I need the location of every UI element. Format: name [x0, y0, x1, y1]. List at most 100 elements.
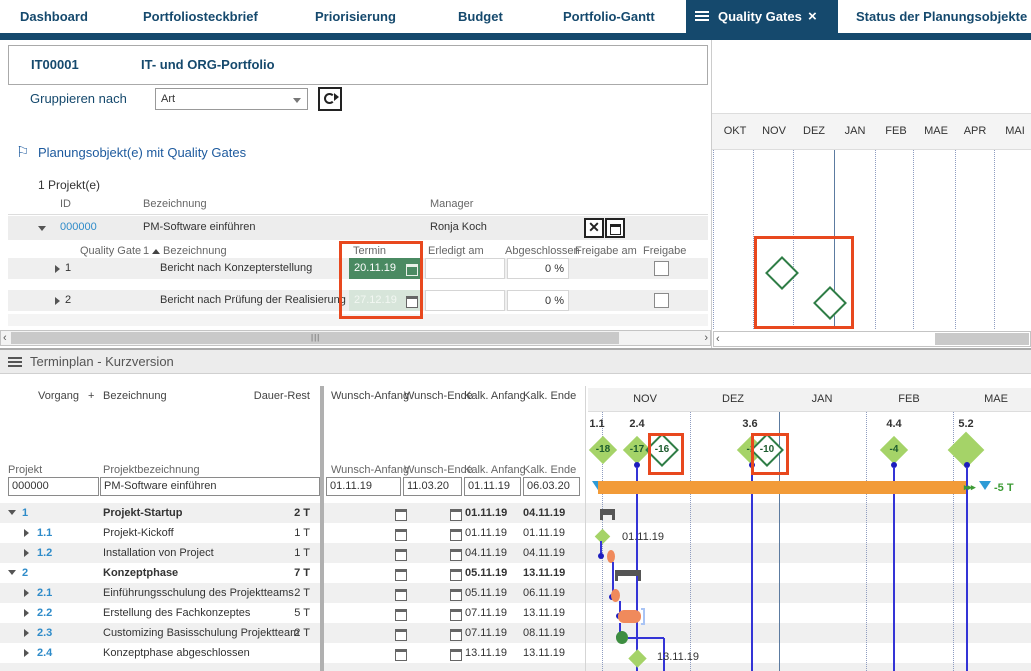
expand-icon[interactable]: [24, 529, 29, 537]
group-by-select[interactable]: Art: [155, 88, 308, 110]
project-bar[interactable]: [598, 481, 966, 494]
calendar-icon[interactable]: [395, 549, 407, 561]
expand-icon[interactable]: [55, 265, 60, 273]
kalk-ende-field[interactable]: 06.03.20: [523, 477, 580, 496]
gate-progress-cell[interactable]: 0 %: [507, 258, 569, 279]
task-bar-customizing[interactable]: [616, 631, 628, 644]
calendar-icon[interactable]: [450, 549, 462, 561]
sort-asc-icon[interactable]: [152, 249, 160, 254]
task-nr[interactable]: 1.2: [37, 543, 52, 563]
expand-icon[interactable]: [24, 549, 29, 557]
nav-tab-quality-gates[interactable]: Quality Gates ×: [686, 0, 838, 33]
nav-tab-status-planungsobjekte[interactable]: Status der Planungsobjekte: [856, 0, 1027, 33]
col-quality-gate[interactable]: Quality Gate: [80, 245, 141, 257]
calendar-icon[interactable]: [450, 589, 462, 601]
summary-bar-konzeptphase[interactable]: [615, 570, 641, 576]
task-row[interactable]: 1.2 Installation von Project 1 T 04.11.1…: [0, 543, 585, 563]
calendar-icon[interactable]: [450, 609, 462, 621]
sort-number[interactable]: 1: [143, 245, 149, 257]
freigabe-checkbox[interactable]: [654, 261, 669, 276]
gate-erledigt-cell[interactable]: [425, 258, 505, 279]
project-end-marker[interactable]: [979, 481, 991, 490]
summary-bar-projekt-startup[interactable]: [600, 509, 615, 515]
buffer-milestone-4-4[interactable]: -4: [880, 436, 908, 464]
collapse-icon[interactable]: [38, 226, 46, 231]
expand-icon[interactable]: [24, 649, 29, 657]
task-row[interactable]: 2 Konzeptphase 7 T 05.11.19 13.11.19: [0, 563, 585, 583]
task-nr[interactable]: 2.3: [37, 623, 52, 643]
nav-tab-portfoliosteckbrief[interactable]: Portfoliosteckbrief: [143, 0, 258, 33]
wunsch-ende-field[interactable]: 11.03.20: [403, 477, 462, 496]
collapse-icon[interactable]: [8, 570, 16, 575]
milestone-projekt-kickoff[interactable]: [595, 529, 611, 545]
nav-tab-dashboard[interactable]: Dashboard: [20, 0, 88, 33]
col-bezeichnung[interactable]: Bezeichnung: [103, 390, 167, 402]
expand-icon[interactable]: [24, 609, 29, 617]
col-kalk-anfang[interactable]: Kalk. Anfang: [464, 390, 526, 402]
calendar-icon[interactable]: [395, 649, 407, 661]
calendar-icon[interactable]: [395, 589, 407, 601]
task-row[interactable]: 1.1 Projekt-Kickoff 1 T 01.11.19 01.11.1…: [0, 523, 585, 543]
calendar-icon[interactable]: [395, 569, 407, 581]
expand-icon[interactable]: [55, 297, 60, 305]
buffer-milestone-1-1[interactable]: -18: [589, 436, 617, 464]
kalk-anfang-field[interactable]: 01.11.19: [464, 477, 521, 496]
expand-icon[interactable]: [24, 589, 29, 597]
calendar-icon[interactable]: [450, 529, 462, 541]
task-nr[interactable]: 2.4: [37, 643, 52, 663]
col-vorgang[interactable]: Vorgang: [38, 390, 79, 402]
refresh-button[interactable]: [318, 87, 342, 111]
col-gate-name[interactable]: Bezeichnung: [163, 245, 227, 257]
calendar-icon[interactable]: [450, 509, 462, 521]
task-row[interactable]: 2.3 Customizing Basisschulung Projekttea…: [0, 623, 585, 643]
freigabe-checkbox[interactable]: [654, 293, 669, 308]
gate-erledigt-cell[interactable]: [425, 290, 505, 311]
scroll-left-icon[interactable]: ‹: [3, 331, 7, 345]
col-wunsch-ende[interactable]: Wunsch-Ende: [404, 390, 473, 402]
calendar-button[interactable]: [605, 218, 625, 238]
column-splitter[interactable]: [320, 386, 324, 671]
expand-icon[interactable]: [24, 629, 29, 637]
task-row[interactable]: 2.2 Erstellung des Fachkonzeptes 5 T 07.…: [0, 603, 585, 623]
scrollbar-thumb[interactable]: [935, 333, 1029, 345]
calendar-icon[interactable]: [450, 569, 462, 581]
calendar-icon[interactable]: [395, 609, 407, 621]
col-wunsch-anfang[interactable]: Wunsch-Anfang: [331, 390, 409, 402]
calendar-icon[interactable]: [395, 509, 407, 521]
collapse-icon[interactable]: [8, 510, 16, 515]
gate-progress-cell[interactable]: 0 %: [507, 290, 569, 311]
project-name-field[interactable]: PM-Software einführen: [100, 477, 320, 496]
task-row[interactable]: 2.1 Einführungsschulung des Projektteams…: [0, 583, 585, 603]
nav-tab-budget[interactable]: Budget: [458, 0, 503, 33]
col-erledigt-am[interactable]: Erledigt am: [428, 245, 484, 257]
col-freigabe[interactable]: Freigabe: [643, 245, 686, 257]
calendar-icon[interactable]: [395, 529, 407, 541]
col-freigabe-am[interactable]: Freigabe am: [575, 245, 637, 257]
task-nr[interactable]: 2.1: [37, 583, 52, 603]
task-nr[interactable]: 2.2: [37, 603, 52, 623]
task-nr[interactable]: 2: [22, 563, 28, 583]
nav-tab-priorisierung[interactable]: Priorisierung: [315, 0, 396, 33]
add-task-button[interactable]: +: [88, 390, 94, 402]
scrollbar-thumb[interactable]: |||: [11, 332, 619, 344]
task-row[interactable]: 1 Projekt-Startup 2 T 01.11.19 04.11.19: [0, 503, 585, 523]
project-id-link[interactable]: 000000: [60, 221, 97, 233]
qg-h-scrollbar[interactable]: ‹ ||| ›: [0, 330, 711, 346]
task-nr[interactable]: 1.1: [37, 523, 52, 543]
task-row[interactable]: 2.4 Konzeptphase abgeschlossen 13.11.19 …: [0, 643, 585, 663]
col-dauer-rest[interactable]: Dauer-Rest: [240, 390, 310, 402]
mini-gantt-h-scrollbar[interactable]: ‹: [713, 331, 1031, 347]
menu-icon[interactable]: [8, 357, 22, 367]
delete-button[interactable]: ✕: [584, 218, 604, 238]
task-bar-fachkonzept[interactable]: [618, 610, 641, 623]
menu-icon[interactable]: [695, 11, 709, 21]
project-id-field[interactable]: 000000: [8, 477, 99, 496]
nav-tab-portfolio-gantt[interactable]: Portfolio-Gantt: [563, 0, 655, 33]
calendar-icon[interactable]: [395, 629, 407, 641]
close-tab-icon[interactable]: ×: [808, 0, 817, 33]
wunsch-anfang-field[interactable]: 01.11.19: [326, 477, 401, 496]
col-abgeschlossen[interactable]: Abgeschlossen: [505, 245, 580, 257]
calendar-icon[interactable]: [450, 649, 462, 661]
scroll-right-icon[interactable]: ›: [704, 331, 708, 345]
task-nr[interactable]: 1: [22, 503, 28, 523]
